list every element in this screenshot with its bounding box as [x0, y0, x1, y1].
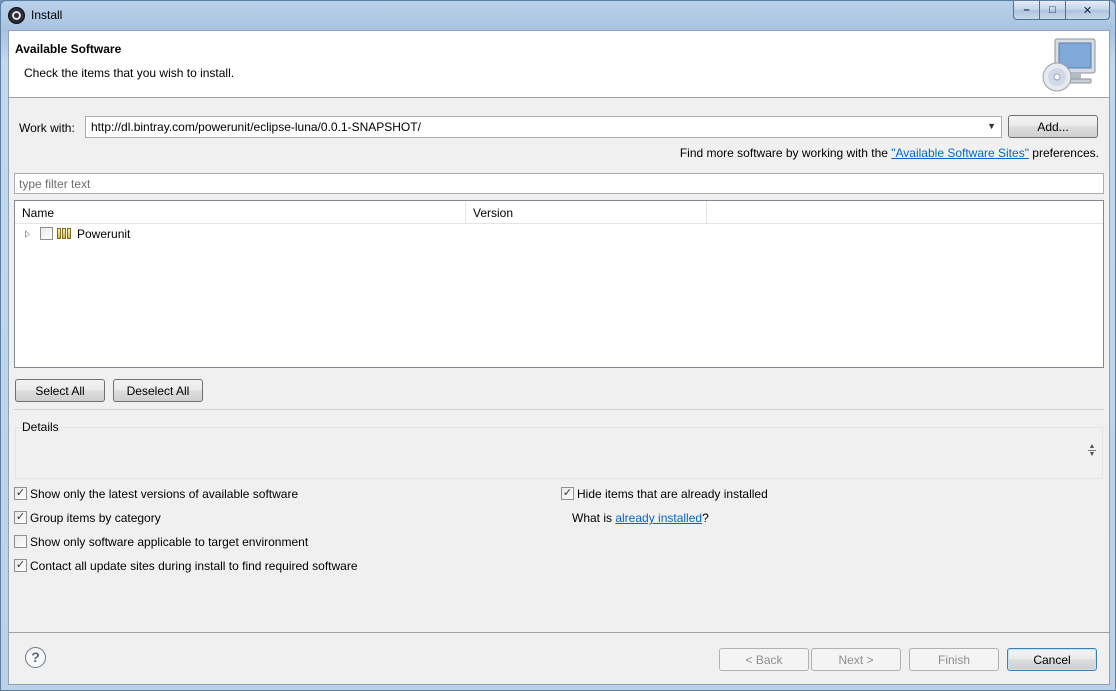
- more-software-suffix: preferences.: [1028, 146, 1099, 160]
- powerunit-checkbox[interactable]: [40, 227, 53, 240]
- footer-divider: [9, 632, 1109, 633]
- applicable-only-label: Show only software applicable to target …: [30, 535, 309, 549]
- already-installed-link[interactable]: already installed: [615, 511, 702, 525]
- available-software-sites-link[interactable]: "Available Software Sites": [891, 146, 1029, 160]
- tree-header: Name Version: [15, 201, 1103, 224]
- more-software-text: Find more software by working with the "…: [680, 146, 1099, 160]
- details-group: ▲ ▼ Details: [14, 409, 1104, 479]
- contact-sites-checkbox[interactable]: ✓: [14, 559, 27, 572]
- add-site-button[interactable]: Add...: [1008, 115, 1098, 138]
- available-software-tree[interactable]: Name Version Powerunit: [14, 200, 1104, 368]
- filter-input[interactable]: [15, 174, 1103, 193]
- more-software-prefix: Find more software by working with the: [679, 146, 892, 160]
- window-title: Install: [31, 8, 63, 22]
- what-is-prefix: What is: [572, 511, 616, 525]
- group-by-category-checkbox[interactable]: ✓: [14, 511, 27, 524]
- finish-button[interactable]: Finish: [909, 648, 999, 671]
- work-with-label: Work with:: [19, 121, 75, 135]
- dialog-client-area: Available Software Check the items that …: [8, 30, 1110, 685]
- hide-installed-checkbox[interactable]: ✓: [561, 487, 574, 500]
- cd-monitor-icon: [1042, 38, 1096, 92]
- wizard-banner: Available Software Check the items that …: [9, 31, 1109, 98]
- what-is-suffix: ?: [702, 511, 709, 525]
- close-button[interactable]: ✕: [1066, 1, 1110, 20]
- applicable-only-checkbox[interactable]: [14, 535, 27, 548]
- window-controls: – □ ✕: [1013, 1, 1110, 20]
- work-with-value: http://dl.bintray.com/powerunit/eclipse-…: [91, 120, 421, 134]
- banner-title: Available Software: [15, 42, 122, 56]
- column-header-name[interactable]: Name: [15, 201, 466, 224]
- details-title: Details: [22, 420, 59, 434]
- minimize-button[interactable]: –: [1013, 1, 1040, 20]
- expand-arrow-icon[interactable]: [25, 230, 30, 238]
- what-is-installed-text: What is already installed?: [572, 511, 709, 525]
- maximize-button[interactable]: □: [1040, 1, 1066, 20]
- eclipse-icon: [8, 7, 25, 24]
- column-header-version[interactable]: Version: [466, 201, 707, 224]
- hide-installed-label: Hide items that are already installed: [577, 487, 768, 501]
- install-window: Install – □ ✕ Available Software Check t…: [0, 0, 1116, 691]
- select-all-button[interactable]: Select All: [15, 379, 105, 402]
- group-by-category-label: Group items by category: [30, 511, 161, 525]
- feature-group-icon: [57, 228, 73, 239]
- latest-versions-checkbox[interactable]: ✓: [14, 487, 27, 500]
- latest-versions-label: Show only the latest versions of availab…: [30, 487, 299, 501]
- title-bar[interactable]: Install – □ ✕: [1, 1, 1115, 29]
- cancel-button[interactable]: Cancel: [1007, 648, 1097, 671]
- details-text-area[interactable]: ▲ ▼: [15, 427, 1103, 479]
- next-button[interactable]: Next >: [811, 648, 901, 671]
- back-button[interactable]: < Back: [719, 648, 809, 671]
- work-with-combo[interactable]: http://dl.bintray.com/powerunit/eclipse-…: [85, 116, 1002, 138]
- scroll-arrows-icon[interactable]: ▲ ▼: [1088, 443, 1096, 459]
- chevron-down-icon[interactable]: ▼: [987, 121, 996, 131]
- banner-subtitle: Check the items that you wish to install…: [24, 66, 235, 80]
- tree-row-powerunit[interactable]: Powerunit: [15, 225, 1103, 243]
- help-icon[interactable]: ?: [25, 647, 46, 668]
- tree-item-label: Powerunit: [77, 227, 131, 241]
- contact-sites-label: Contact all update sites during install …: [30, 559, 358, 573]
- filter-field[interactable]: [14, 173, 1104, 194]
- deselect-all-button[interactable]: Deselect All: [113, 379, 203, 402]
